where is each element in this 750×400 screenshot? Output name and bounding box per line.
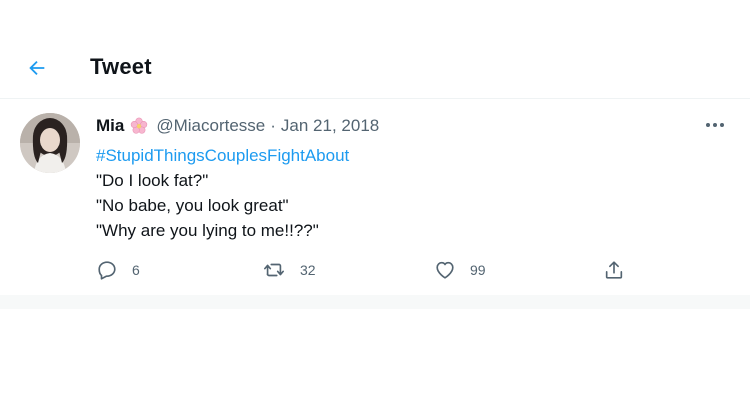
page-title: Tweet xyxy=(90,54,152,79)
tweet-text: #StupidThingsCouplesFightAbout "Do I loo… xyxy=(96,143,716,243)
retweet-icon xyxy=(264,263,284,277)
section-divider xyxy=(0,295,750,309)
share-button[interactable] xyxy=(603,259,625,281)
page-header: Tweet xyxy=(0,36,750,99)
like-count: 99 xyxy=(470,262,486,278)
tweet-content: Mia @Miacortesse · Jan 21, 2018 #StupidT… xyxy=(96,115,716,243)
back-button[interactable] xyxy=(22,53,52,83)
tweet-line: "No babe, you look great" xyxy=(96,196,289,215)
cherry-blossom-icon xyxy=(131,117,148,134)
like-button[interactable]: 99 xyxy=(434,259,486,281)
author-name[interactable]: Mia xyxy=(96,115,124,137)
reply-count: 6 xyxy=(132,262,140,278)
share-icon xyxy=(605,261,623,279)
retweet-button[interactable]: 32 xyxy=(262,259,316,281)
avatar[interactable] xyxy=(20,113,80,173)
more-button[interactable] xyxy=(702,117,728,133)
tweet-actions: 6 32 99 xyxy=(96,259,656,283)
arrow-left-icon xyxy=(29,60,45,76)
tweet-meta: Mia @Miacortesse · Jan 21, 2018 xyxy=(96,115,716,137)
tweet-line: "Do I look fat?" xyxy=(96,171,209,190)
avatar-photo xyxy=(20,113,80,173)
author-handle[interactable]: @Miacortesse xyxy=(156,115,265,137)
reply-icon xyxy=(98,261,116,280)
tweet-page: Tweet Mia @Miacortesse · Jan 21, 2018 #S… xyxy=(0,0,750,400)
retweet-count: 32 xyxy=(300,262,316,278)
reply-button[interactable]: 6 xyxy=(96,259,140,281)
tweet-date[interactable]: Jan 21, 2018 xyxy=(281,115,379,137)
meta-separator: · xyxy=(270,116,276,135)
tweet-line: "Why are you lying to me!!??" xyxy=(96,221,319,240)
heart-icon xyxy=(436,261,454,279)
more-dots-icon xyxy=(706,123,724,127)
tweet-card[interactable]: Mia @Miacortesse · Jan 21, 2018 #StupidT… xyxy=(0,99,750,295)
hashtag-link[interactable]: #StupidThingsCouplesFightAbout xyxy=(96,143,716,168)
